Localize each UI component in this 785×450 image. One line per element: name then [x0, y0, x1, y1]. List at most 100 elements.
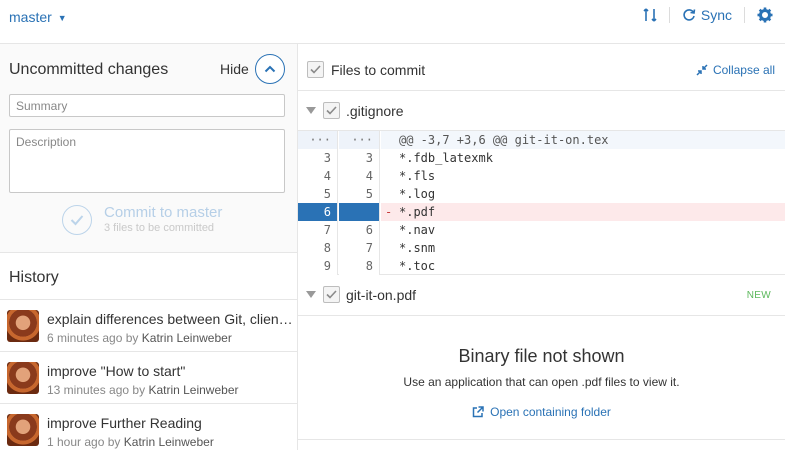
chevron-down-icon: ▼: [57, 12, 67, 23]
commit-message: explain differences between Git, clien…: [47, 311, 291, 327]
commit-meta: 13 minutes ago by Katrin Leinweber: [47, 383, 239, 397]
diff-hunk-header: ··· ··· @@ -3,7 +3,6 @@ git-it-on.tex: [298, 131, 785, 149]
diff-code: *.fls: [399, 169, 436, 183]
new-line-number: 4: [339, 167, 380, 185]
history-item[interactable]: improve Further Reading 1 hour ago by Ka…: [0, 404, 297, 450]
file-header: git-it-on.pdf NEW: [298, 275, 785, 316]
status-badge: NEW: [746, 290, 771, 301]
old-line-number: 6: [298, 203, 338, 221]
by-label: by: [125, 331, 139, 345]
commit-message: improve Further Reading: [47, 415, 202, 431]
diff-view: ··· ··· @@ -3,7 +3,6 @@ git-it-on.tex 3 …: [298, 131, 785, 275]
chevron-up-icon: [264, 65, 276, 73]
commit-meta: 1 hour ago by Katrin Leinweber: [47, 435, 214, 449]
new-line-number: 3: [339, 149, 380, 167]
disclosure-triangle-icon[interactable]: [306, 291, 316, 298]
commit-count: 3 files to be committed: [104, 222, 215, 234]
diff-line: 8 7 *.snm: [298, 239, 785, 257]
diff-code: *.toc: [399, 259, 436, 273]
new-line-number: 5: [339, 185, 380, 203]
old-line-number: ···: [298, 131, 338, 149]
toolbar-actions: Sync: [643, 7, 773, 23]
gear-icon: [757, 7, 773, 23]
new-line-number: ···: [339, 131, 380, 149]
history-section: History explain differences between Git,…: [0, 252, 297, 450]
commit-icon-circle: [62, 205, 92, 235]
new-line-number: 7: [339, 239, 380, 257]
history-title: History: [9, 269, 59, 286]
branch-selector[interactable]: master ▼: [9, 9, 67, 25]
diff-code: *.log: [399, 187, 436, 201]
external-link-icon: [472, 406, 484, 418]
old-line-number: 4: [298, 167, 338, 185]
description-input[interactable]: [9, 129, 285, 193]
new-line-number: 6: [339, 221, 380, 239]
commit-time: 13 minutes ago: [47, 383, 130, 397]
old-line-number: 3: [298, 149, 338, 167]
commit-button[interactable]: Commit to master 3 files to be committed: [62, 205, 222, 235]
sync-label: Sync: [700, 7, 732, 23]
collapse-all-button[interactable]: Collapse all: [696, 63, 775, 77]
diff-line: 7 6 *.nav: [298, 221, 785, 239]
divider: [744, 7, 745, 23]
commit-author: Katrin Leinweber: [148, 383, 239, 397]
sync-icon: [683, 9, 696, 21]
commit-label: Commit to master: [104, 204, 223, 221]
diff-code: *.snm: [399, 241, 436, 255]
file-header: .gitignore: [298, 91, 785, 131]
binary-subtitle: Use an application that can open .pdf fi…: [403, 375, 680, 389]
compare-branch-icon: [643, 8, 657, 22]
old-line-number: 8: [298, 239, 338, 257]
diff-line: 9 8 *.toc: [298, 257, 785, 275]
commit-message: improve "How to start": [47, 363, 186, 379]
by-label: by: [132, 383, 146, 397]
commit-time: 1 hour ago: [47, 435, 105, 449]
uncommitted-title: Uncommitted changes: [9, 61, 169, 78]
diff-line-removed[interactable]: 6 - *.pdf: [298, 203, 785, 221]
files-to-commit-checkbox[interactable]: [307, 61, 324, 78]
open-folder-link[interactable]: Open containing folder: [298, 405, 785, 421]
collapse-all-label: Collapse all: [712, 63, 775, 77]
diff-code: *.fdb_latexmk: [399, 151, 493, 165]
commit-time: 6 minutes ago: [47, 331, 123, 345]
new-line-number: 8: [339, 257, 380, 275]
file-checkbox[interactable]: [323, 286, 340, 303]
file-checkbox[interactable]: [323, 102, 340, 119]
commit-author: Katrin Leinweber: [123, 435, 214, 449]
files-header: Files to commit Collapse all: [298, 44, 785, 91]
binary-placeholder: Binary file not shown Use an application…: [298, 316, 785, 440]
diff-code: *.nav: [399, 223, 436, 237]
commit-meta: 6 minutes ago by Katrin Leinweber: [47, 331, 232, 345]
new-line-number: [339, 203, 380, 221]
avatar: [7, 362, 39, 394]
diff-code: @@ -3,7 +3,6 @@ git-it-on.tex: [381, 131, 785, 149]
divider: [668, 7, 670, 23]
avatar: [7, 310, 39, 342]
by-label: by: [107, 435, 121, 449]
hide-button[interactable]: Hide: [220, 61, 249, 77]
checkmark-icon: [310, 65, 321, 74]
file-name: .gitignore: [346, 103, 404, 119]
toolbar: master ▼ Sync: [0, 0, 785, 44]
compare-branch-button[interactable]: [643, 7, 657, 23]
files-to-commit-label: Files to commit: [331, 62, 426, 78]
sync-button[interactable]: Sync: [682, 7, 732, 23]
settings-button[interactable]: [757, 7, 773, 23]
diff-panel: Files to commit Collapse all .gitignore …: [298, 44, 785, 450]
commit-author: Katrin Leinweber: [141, 331, 232, 345]
history-item[interactable]: explain differences between Git, clien… …: [0, 300, 297, 352]
old-line-number: 9: [298, 257, 338, 275]
old-line-number: 5: [298, 185, 338, 203]
file-name: git-it-on.pdf: [346, 287, 417, 303]
removed-marker: -: [385, 205, 393, 219]
disclosure-triangle-icon[interactable]: [306, 107, 316, 114]
branch-name: master: [9, 9, 52, 25]
history-item[interactable]: improve "How to start" 13 minutes ago by…: [0, 352, 297, 404]
collapse-changes-button[interactable]: [255, 54, 285, 84]
diff-line: 4 4 *.fls: [298, 167, 785, 185]
checkmark-icon: [326, 106, 337, 115]
summary-input[interactable]: [9, 94, 285, 117]
checkmark-icon: [70, 215, 84, 226]
collapse-icon: [696, 64, 708, 76]
avatar: [7, 414, 39, 446]
